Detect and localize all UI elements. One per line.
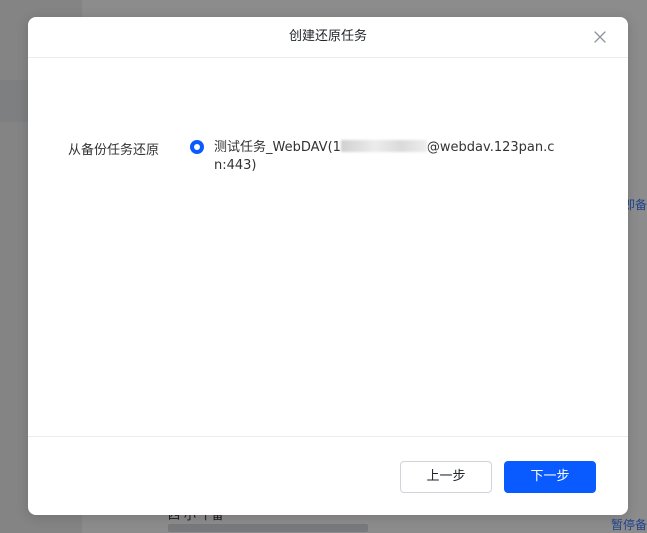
next-step-button[interactable]: 下一步 (504, 461, 596, 493)
radio-selected-icon[interactable] (190, 140, 204, 154)
dialog-title: 创建还原任务 (288, 29, 367, 44)
backup-task-name-prefix: 测试任务_WebDAV(1 (214, 140, 341, 155)
close-button[interactable] (592, 29, 608, 45)
dialog-body: 从备份任务还原 测试任务_WebDAV(1 @webdav.123pan.cn:4… (28, 58, 628, 437)
previous-step-button[interactable]: 上一步 (400, 461, 492, 493)
restore-from-backup-label: 从备份任务还原 (68, 143, 160, 158)
create-restore-task-dialog: 创建还原任务 从备份任务还原 测试任务_WebDAV(1 @webdav.123p… (28, 17, 628, 515)
close-icon (594, 31, 606, 43)
redacted-region (340, 140, 427, 152)
dialog-header: 创建还原任务 (28, 17, 628, 58)
backup-task-name: 测试任务_WebDAV(1 @webdav.123pan.cn:443) (214, 139, 559, 175)
